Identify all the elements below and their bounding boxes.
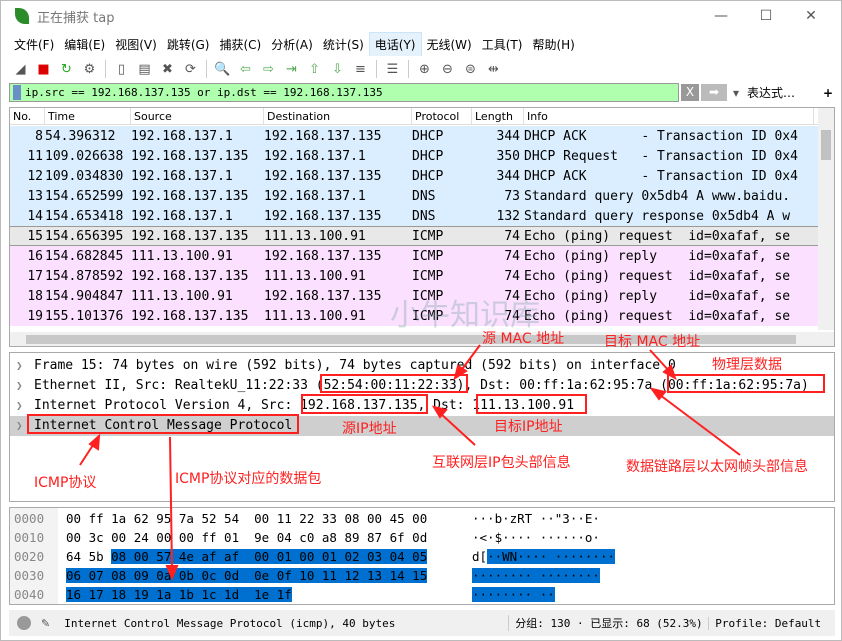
annotation-arrows	[79, 344, 741, 581]
